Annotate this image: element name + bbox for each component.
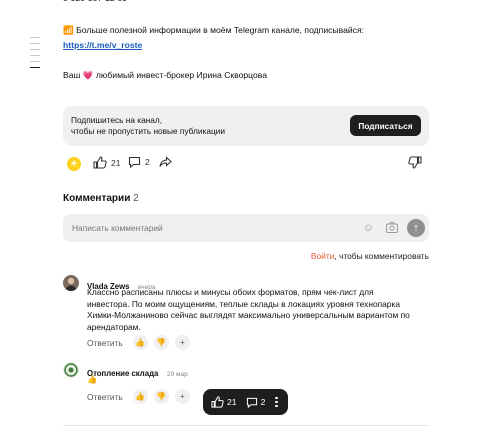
comment-header: Отопление склада 29 мар (87, 363, 188, 381)
subscribe-text: Подпишитесь на канал, чтобы не пропустит… (71, 115, 225, 137)
signature: Ваш 💗 любимый инвест-брокер Ирина Скворц… (63, 69, 267, 81)
toc-line (30, 61, 40, 62)
toc-line (30, 55, 40, 56)
likes-count: 21 (111, 157, 121, 168)
plus-icon: + (70, 158, 78, 170)
more-options-icon[interactable] (275, 396, 278, 408)
thumbs-up-icon (211, 396, 224, 408)
comment-actions: Ответить 👍 👎 + (87, 389, 190, 404)
comments-title-count: 2 (133, 193, 139, 204)
add-reaction-button[interactable]: + (67, 157, 81, 171)
login-prompt-text: , чтобы комментировать (334, 251, 429, 261)
share-button[interactable] (159, 156, 172, 168)
subscribe-line-1: Подпишитесь на канал, (71, 115, 163, 125)
thumbs-up-icon (93, 156, 107, 169)
add-reaction-icon[interactable]: + (174, 389, 190, 404)
login-prompt: Войти, чтобы комментировать (311, 251, 429, 261)
thumbs-down-reaction-icon[interactable]: 👎 (153, 389, 169, 404)
reply-button[interactable]: Ответить (87, 338, 123, 348)
comment-text: Классно расписаны плюсы и минусы обоих ф… (87, 287, 410, 333)
comments-title-label: Комментарии (63, 193, 131, 204)
reply-button[interactable]: Ответить (87, 392, 123, 402)
comment-line: арендаторам. (87, 321, 141, 332)
phone-number: 8-920-307-12-09 (63, 0, 127, 4)
comment-line: Классно расписаны плюсы и минусы обоих ф… (87, 287, 374, 297)
thumbs-down-reaction-icon[interactable]: 👎 (153, 335, 169, 350)
comment-icon (246, 397, 257, 408)
toc-line (30, 43, 40, 44)
emoji-icon[interactable]: ☺ (363, 222, 374, 234)
comment-date: 29 мар (166, 371, 188, 378)
comments-title: Комментарии 2 (63, 193, 139, 204)
comment-line: Химки-Молжаниново сейчас выглядят максим… (87, 310, 410, 320)
avatar[interactable] (63, 362, 79, 378)
like-button[interactable]: 21 (93, 156, 120, 169)
comment-actions: Ответить 👍 👎 + (87, 335, 190, 350)
comment-input-placeholder: Написать комментарий (72, 223, 163, 233)
comment-author[interactable]: Отопление склада (87, 369, 158, 378)
avatar[interactable] (63, 275, 79, 291)
comment-line: инвестора. По моим ощущениям, теплые скл… (87, 298, 400, 309)
toc-line (30, 37, 40, 38)
login-link[interactable]: Войти (311, 251, 334, 261)
comments-count: 2 (145, 157, 150, 167)
table-of-contents-marker[interactable] (30, 37, 40, 73)
subscribe-button[interactable]: Подписаться (350, 115, 421, 136)
dislike-button[interactable] (408, 156, 422, 169)
floating-comments-button[interactable]: 2 (246, 397, 266, 408)
share-icon (159, 156, 172, 167)
send-button[interactable]: ↑ (407, 219, 425, 237)
arrow-up-icon: ↑ (413, 222, 419, 234)
floating-likes-count: 21 (227, 397, 237, 407)
subscribe-line-2: чтобы не пропустить новые публикации (71, 126, 225, 136)
toc-line (30, 49, 40, 50)
divider (63, 425, 429, 426)
signature-rest: любимый инвест-брокер Ирина Скворцова (95, 70, 268, 80)
thumbs-up-reaction-icon[interactable]: 👍 (132, 389, 148, 404)
signature-prefix: Ваш (63, 70, 81, 80)
floating-comments-count: 2 (260, 397, 266, 407)
add-reaction-icon[interactable]: + (174, 335, 190, 350)
comment-line: 👍 (87, 374, 98, 384)
attach-image-icon[interactable] (385, 221, 399, 239)
floating-reaction-bar: 21 2 (203, 389, 288, 415)
comment-icon (128, 156, 141, 168)
telegram-link[interactable]: https://t.me/v_roste (63, 39, 142, 51)
comment-input[interactable]: Написать комментарий ☺ ↑ (63, 214, 429, 242)
floating-like-button[interactable]: 21 (211, 396, 237, 408)
subscribe-banner: Подпишитесь на канал, чтобы не пропустит… (63, 106, 429, 146)
comment-text: 👍 (87, 374, 97, 386)
telegram-line: 📶 Больше полезной информации в моём Tele… (63, 25, 364, 35)
toc-line-active (30, 67, 40, 68)
comments-button[interactable]: 2 (128, 156, 150, 168)
heart-emoji: 💗 (82, 70, 94, 80)
thumbs-up-reaction-icon[interactable]: 👍 (132, 335, 148, 350)
thumbs-down-icon (408, 156, 422, 169)
